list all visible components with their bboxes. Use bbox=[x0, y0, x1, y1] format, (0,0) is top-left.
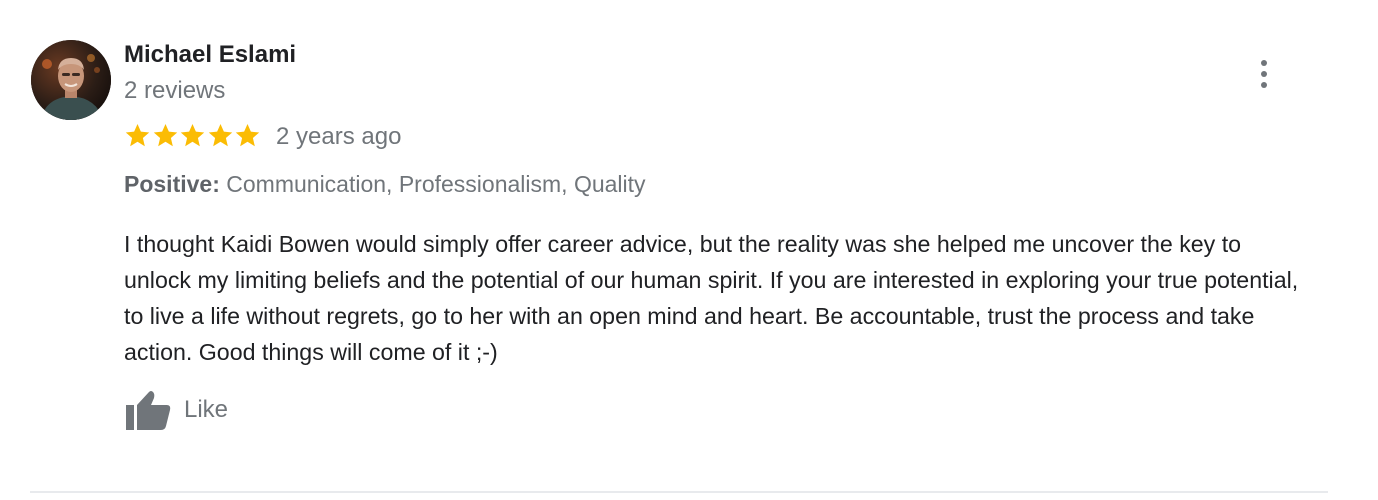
star-icon bbox=[125, 123, 150, 146]
review-time-ago: 2 years ago bbox=[276, 123, 402, 150]
review-attributes: Positive: Communication, Professionalism… bbox=[124, 170, 646, 198]
more-vert-icon-dot bbox=[1261, 82, 1267, 88]
like-label: Like bbox=[184, 396, 229, 423]
author-avatar[interactable] bbox=[31, 40, 111, 120]
user-avatar-photo-icon bbox=[31, 40, 111, 120]
attributes-values: Communication, Professionalism, Quality bbox=[219, 171, 646, 197]
attributes-label: Positive: bbox=[124, 171, 220, 197]
like-button[interactable]: Like bbox=[124, 388, 228, 432]
thumbs-up-icon bbox=[126, 391, 171, 430]
star-icon bbox=[153, 123, 177, 146]
divider bbox=[30, 491, 1328, 493]
star-icon bbox=[208, 123, 232, 146]
review-card: Michael Eslami 2 reviews 2 years ago Pos… bbox=[0, 0, 1378, 500]
more-vert-icon-dot bbox=[1261, 60, 1267, 66]
more-options-button[interactable] bbox=[1244, 54, 1284, 94]
star-icon bbox=[180, 123, 205, 146]
star-icon bbox=[235, 123, 260, 146]
more-vert-icon-dot bbox=[1261, 71, 1267, 77]
author-review-count[interactable]: 2 reviews bbox=[124, 77, 225, 105]
review-text: I thought Kaidi Bowen would simply offer… bbox=[124, 231, 1299, 365]
author-name[interactable]: Michael Eslami bbox=[124, 41, 296, 69]
star-rating bbox=[124, 120, 262, 150]
